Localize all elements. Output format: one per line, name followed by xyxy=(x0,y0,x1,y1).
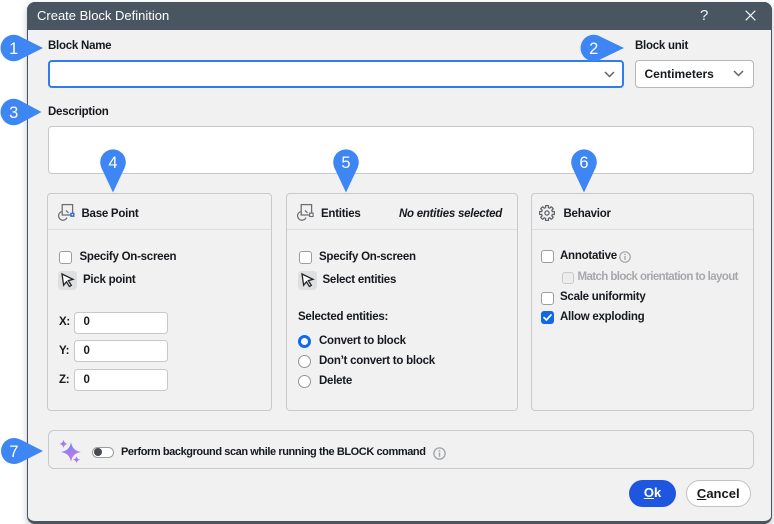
svg-text:7: 7 xyxy=(9,443,18,461)
svg-text:1: 1 xyxy=(9,40,18,58)
svg-text:2: 2 xyxy=(589,40,598,58)
svg-text:3: 3 xyxy=(9,104,18,122)
svg-text:6: 6 xyxy=(579,154,588,172)
svg-text:4: 4 xyxy=(108,154,117,172)
svg-text:5: 5 xyxy=(341,154,350,172)
